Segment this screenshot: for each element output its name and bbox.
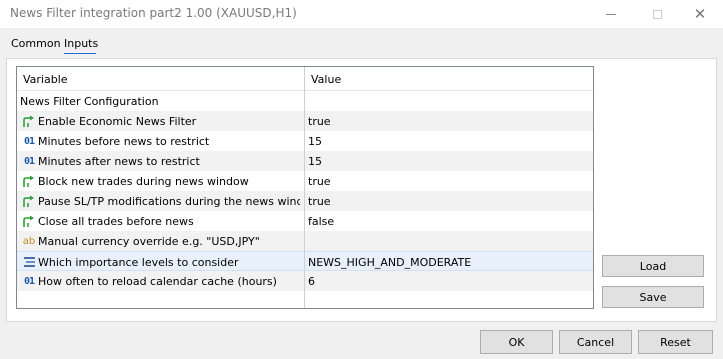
parameters-grid: Variable Value News Filter Configuration… <box>16 66 594 309</box>
parameter-row[interactable]: 01 Minutes after news to restrict 15 <box>17 151 593 171</box>
cancel-button[interactable]: Cancel <box>559 330 632 354</box>
parameter-value[interactable]: true <box>308 115 331 128</box>
integer-icon: 01 <box>23 275 35 287</box>
column-header-variable[interactable]: Variable <box>23 73 68 86</box>
parameter-row[interactable]: Enable Economic News Filter true <box>17 111 593 131</box>
save-button[interactable]: Save <box>602 286 704 308</box>
parameter-value[interactable]: 15 <box>308 155 322 168</box>
parameter-name: Which importance levels to consider <box>38 256 239 269</box>
column-divider[interactable] <box>304 67 305 308</box>
grid-header: Variable Value <box>17 67 593 91</box>
parameter-value[interactable]: 15 <box>308 135 322 148</box>
parameter-name: News Filter Configuration <box>20 95 159 108</box>
ok-button[interactable]: OK <box>480 330 553 354</box>
parameter-row[interactable]: Which importance levels to consider NEWS_… <box>17 251 593 271</box>
parameter-row[interactable]: Close all trades before news false <box>17 211 593 231</box>
bool-arrow-icon <box>21 114 37 128</box>
tab-strip: Common Inputs <box>0 28 723 58</box>
parameter-name: Minutes before news to restrict <box>38 135 210 148</box>
parameter-row[interactable]: Pause SL/TP modifications during the new… <box>17 191 593 211</box>
integer-icon: 01 <box>23 135 35 147</box>
maximize-icon <box>652 9 662 19</box>
parameter-value[interactable]: NEWS_HIGH_AND_MODERATE <box>308 256 471 269</box>
reset-button[interactable]: Reset <box>638 330 713 354</box>
window-title: News Filter integration part2 1.00 (XAUU… <box>10 6 297 20</box>
integer-icon: 01 <box>23 155 35 167</box>
parameter-name: Enable Economic News Filter <box>38 115 197 128</box>
parameter-name: Close all trades before news <box>38 215 194 228</box>
parameter-name: Block new trades during news window <box>38 175 249 188</box>
close-button[interactable]: ✕ <box>677 0 723 28</box>
load-button[interactable]: Load <box>602 255 704 277</box>
parameter-value[interactable]: 6 <box>308 275 315 288</box>
parameter-name: Minutes after news to restrict <box>38 155 200 168</box>
bool-arrow-icon <box>21 214 37 228</box>
minimize-icon <box>606 13 616 15</box>
minimize-button[interactable] <box>588 0 634 28</box>
tab-inputs[interactable]: Inputs <box>64 37 98 50</box>
parameter-row[interactable]: ab Manual currency override e.g. "USD,JPY… <box>17 231 593 251</box>
string-icon: ab <box>22 235 36 247</box>
bool-arrow-icon <box>21 194 37 208</box>
parameter-row[interactable]: 01 How often to reload calendar cache (ho… <box>17 271 593 291</box>
column-header-value[interactable]: Value <box>311 73 341 86</box>
active-tab-indicator <box>64 53 96 54</box>
group-row[interactable]: News Filter Configuration <box>17 91 593 111</box>
parameter-row[interactable]: Block new trades during news window true <box>17 171 593 191</box>
parameter-value[interactable]: true <box>308 175 331 188</box>
maximize-button[interactable] <box>634 0 680 28</box>
close-icon: ✕ <box>693 5 707 23</box>
enum-list-icon <box>21 255 37 269</box>
tab-common[interactable]: Common <box>11 37 61 50</box>
bool-arrow-icon <box>21 174 37 188</box>
parameter-value[interactable]: true <box>308 195 331 208</box>
parameter-value[interactable]: false <box>308 215 334 228</box>
parameter-name: Pause SL/TP modifications during the new… <box>38 195 300 208</box>
title-bar: News Filter integration part2 1.00 (XAUU… <box>0 0 723 28</box>
parameter-name: Manual currency override e.g. "USD,JPY" <box>38 235 260 248</box>
parameter-name: How often to reload calendar cache (hour… <box>38 275 277 288</box>
parameter-row[interactable]: 01 Minutes before news to restrict 15 <box>17 131 593 151</box>
